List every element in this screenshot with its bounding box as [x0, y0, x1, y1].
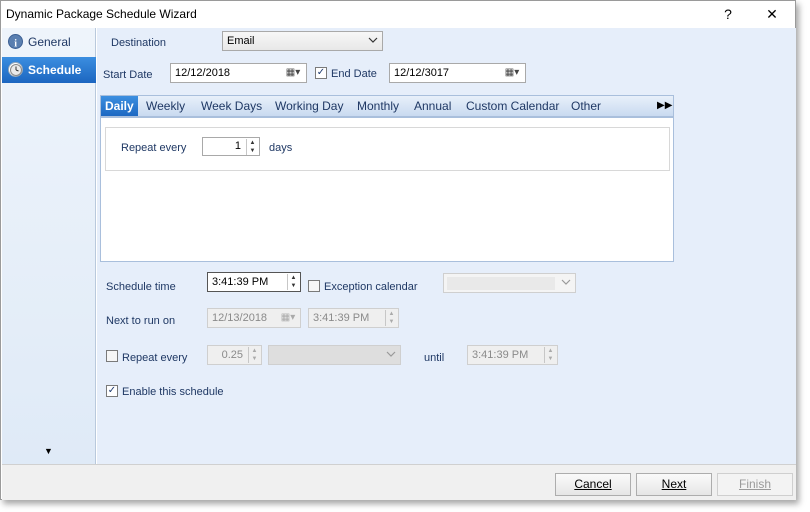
recurrence-tabs: Daily Weekly Week Days Working Day Month…	[100, 95, 674, 117]
tab-week-days[interactable]: Week Days	[201, 99, 262, 113]
start-date-value: 12/12/2018	[175, 67, 231, 79]
stepper-arrows-icon: ▲ ▼	[248, 347, 260, 363]
chevron-down-icon	[557, 274, 575, 292]
tab-custom-calendar[interactable]: Custom Calendar	[466, 99, 559, 113]
close-button[interactable]: ✕	[759, 4, 785, 24]
sidebar-item-label: Schedule	[28, 63, 82, 77]
info-icon: i	[8, 34, 23, 50]
cancel-button-label: Cancel	[574, 477, 612, 491]
tab-annual[interactable]: Annual	[414, 99, 451, 113]
daily-options-box: Repeat every 1 ▲ ▼ days	[105, 127, 670, 171]
stepper-arrows-icon[interactable]: ▲ ▼	[287, 274, 299, 290]
enable-schedule-checkbox[interactable]: ✓	[106, 385, 118, 397]
finish-button[interactable]: Finish	[717, 473, 793, 496]
end-date-label: End Date	[331, 68, 377, 80]
tab-daily[interactable]: Daily	[101, 96, 138, 116]
sidebar: i General Schedule ▼	[2, 28, 96, 464]
next-run-time-stepper: 3:41:39 PM ▲ ▼	[308, 308, 399, 328]
end-date-value: 12/12/3017	[394, 67, 450, 79]
destination-label: Destination	[111, 37, 167, 49]
chevron-down-icon	[364, 32, 382, 50]
finish-button-label: Finish	[738, 477, 771, 491]
next-run-label: Next to run on	[106, 315, 176, 327]
repeat-every-stepper: 0.25 ▲ ▼	[207, 345, 262, 365]
next-button-label: Next	[661, 477, 687, 491]
daily-repeat-value: 1	[234, 140, 241, 152]
stepper-arrows-icon: ▲ ▼	[544, 347, 556, 363]
calendar-dropdown-icon[interactable]: ▦▾	[499, 64, 525, 82]
sidebar-more-icon[interactable]: ▼	[44, 446, 53, 456]
tab-weekly[interactable]: Weekly	[146, 99, 185, 113]
cancel-button[interactable]: Cancel	[555, 473, 631, 496]
next-run-time-value: 3:41:39 PM	[313, 312, 370, 324]
exception-calendar-label: Exception calendar	[324, 281, 418, 293]
schedule-time-stepper[interactable]: 3:41:39 PM ▲ ▼	[207, 272, 301, 292]
stepper-arrows-icon[interactable]: ▲ ▼	[246, 139, 258, 155]
end-date-checkbox[interactable]: ✓	[315, 67, 327, 79]
destination-select[interactable]: Email	[222, 31, 383, 51]
calendar-dropdown-icon[interactable]: ▦▾	[280, 64, 306, 82]
next-button[interactable]: Next	[636, 473, 712, 496]
start-date-picker[interactable]: 12/12/2018 ▦▾	[170, 63, 307, 83]
tab-other[interactable]: Other	[571, 99, 601, 113]
next-run-date-picker: 12/13/2018 ▦▾	[207, 308, 301, 328]
until-time-stepper: 3:41:39 PM ▲ ▼	[467, 345, 558, 365]
tab-monthly[interactable]: Monthly	[357, 99, 399, 113]
repeat-every-checkbox[interactable]	[106, 350, 118, 362]
footer: Cancel Next Finish	[2, 464, 796, 500]
end-date-picker[interactable]: 12/12/3017 ▦▾	[389, 63, 526, 83]
daily-repeat-label: Repeat every	[121, 142, 187, 154]
destination-value: Email	[227, 35, 255, 47]
schedule-time-label: Schedule time	[106, 281, 176, 293]
exception-calendar-value	[447, 277, 555, 290]
repeat-every-label: Repeat every	[122, 352, 188, 364]
title-bar: Dynamic Package Schedule Wizard ? ✕	[1, 1, 795, 27]
help-button[interactable]: ?	[715, 4, 741, 24]
clock-icon	[8, 62, 23, 77]
exception-calendar-checkbox[interactable]	[308, 280, 320, 292]
stepper-arrows-icon: ▲ ▼	[385, 310, 397, 326]
sidebar-item-general[interactable]: i General	[2, 29, 96, 55]
until-time-value: 3:41:39 PM	[472, 349, 529, 361]
chevron-down-icon	[382, 346, 400, 364]
tab-scroll-icon[interactable]: ▶▶	[657, 100, 672, 111]
repeat-every-value: 0.25	[221, 349, 243, 361]
next-run-date-value: 12/13/2018	[212, 312, 268, 324]
repeat-unit-select	[268, 345, 401, 365]
daily-repeat-stepper[interactable]: 1 ▲ ▼	[202, 137, 260, 156]
until-label: until	[424, 352, 445, 364]
calendar-dropdown-icon: ▦▾	[280, 312, 296, 323]
schedule-time-value: 3:41:39 PM	[212, 276, 269, 288]
sidebar-item-schedule[interactable]: Schedule	[2, 57, 96, 83]
daily-unit-label: days	[269, 142, 293, 154]
start-date-label: Start Date	[103, 69, 153, 81]
tab-working-day[interactable]: Working Day	[275, 99, 343, 113]
exception-calendar-select[interactable]	[443, 273, 576, 293]
svg-text:i: i	[14, 39, 17, 50]
daily-tab-panel: Repeat every 1 ▲ ▼ days	[100, 117, 674, 262]
sidebar-item-label: General	[28, 35, 71, 49]
enable-schedule-label: Enable this schedule	[122, 386, 224, 398]
window-title: Dynamic Package Schedule Wizard	[6, 7, 197, 21]
